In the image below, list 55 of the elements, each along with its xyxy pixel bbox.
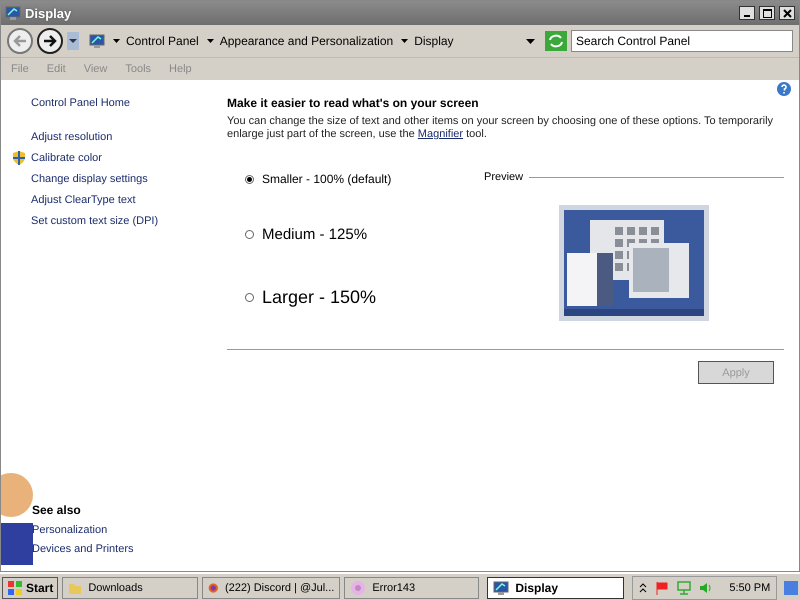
caret-icon	[401, 39, 408, 43]
magnifier-link[interactable]: Magnifier	[418, 128, 464, 140]
preview-label: Preview	[484, 171, 524, 183]
section-heading: Make it easier to read what's on your screen	[227, 96, 480, 110]
text-size-option[interactable]: Smaller - 100% (default)	[227, 171, 484, 187]
search-field[interactable]: Search Control Panel	[571, 30, 793, 52]
taskbar-button[interactable]: (222) Discord | @Jul...	[202, 577, 340, 599]
dropdown-icon[interactable]	[526, 38, 535, 44]
back-button[interactable]	[7, 28, 33, 54]
history-dropdown-icon[interactable]	[67, 32, 79, 50]
minimize-button[interactable]	[739, 6, 755, 20]
start-button[interactable]: Start	[2, 577, 58, 599]
see-also-link[interactable]: Devices and Printers	[32, 543, 201, 555]
app-icon	[5, 5, 21, 21]
help-icon[interactable]	[777, 82, 791, 96]
sidebar-link[interactable]: Control Panel Home	[31, 96, 130, 108]
text-size-option[interactable]: Medium - 125%	[227, 225, 484, 244]
close-icon	[782, 8, 792, 18]
radio-button[interactable]	[245, 293, 254, 302]
taskbar-button[interactable]: Downloads	[62, 577, 198, 599]
sidebar-link[interactable]: Change display settings	[31, 172, 148, 184]
monitor-icon	[493, 580, 510, 596]
taskbar-button[interactable]: Error143	[344, 577, 480, 599]
app-icon	[350, 580, 366, 596]
forward-arrow-icon	[43, 35, 57, 47]
close-button[interactable]	[779, 6, 795, 20]
maximize-button[interactable]	[759, 6, 775, 20]
flag-icon[interactable]	[655, 581, 670, 595]
breadcrumb[interactable]: Display	[401, 34, 454, 48]
control-panel-icon	[89, 33, 105, 49]
see-also-link[interactable]: Personalization	[32, 524, 201, 536]
sidebar-link[interactable]: Adjust resolution	[31, 130, 112, 142]
maximize-icon	[762, 8, 772, 18]
shield-icon	[11, 150, 27, 166]
caret-icon	[113, 39, 120, 43]
folder-icon	[68, 581, 82, 595]
intro-paragraph: You can change the size of text and other items on your screen by choosing one of these options. To temporarily enlarge just part of the screen, use the Magnifier tool.	[227, 115, 774, 141]
taskbar-button[interactable]: Display	[487, 577, 624, 599]
back-arrow-icon	[13, 35, 27, 47]
forward-button[interactable]	[37, 28, 63, 54]
clock: 5:50 PM	[729, 582, 770, 594]
sidebar-link[interactable]: Adjust ClearType text	[31, 194, 136, 206]
refresh-icon[interactable]	[545, 31, 567, 51]
radio-button[interactable]	[245, 230, 254, 239]
chevron-icon[interactable]	[639, 583, 648, 593]
caret-icon	[206, 39, 214, 43]
window-title: Display	[25, 6, 72, 20]
windows-logo-icon	[7, 580, 23, 596]
sidebar-link[interactable]: Set custom text size (DPI)	[31, 214, 158, 226]
radio-button[interactable]	[245, 174, 254, 184]
breadcrumb[interactable]: Control Panel	[113, 34, 199, 48]
sidebar-link[interactable]: Calibrate color	[31, 152, 102, 164]
see-also-heading: See also	[32, 503, 82, 517]
breadcrumb[interactable]: Appearance and Personalization	[206, 34, 394, 48]
text-size-option[interactable]: Larger - 150%	[227, 286, 484, 309]
